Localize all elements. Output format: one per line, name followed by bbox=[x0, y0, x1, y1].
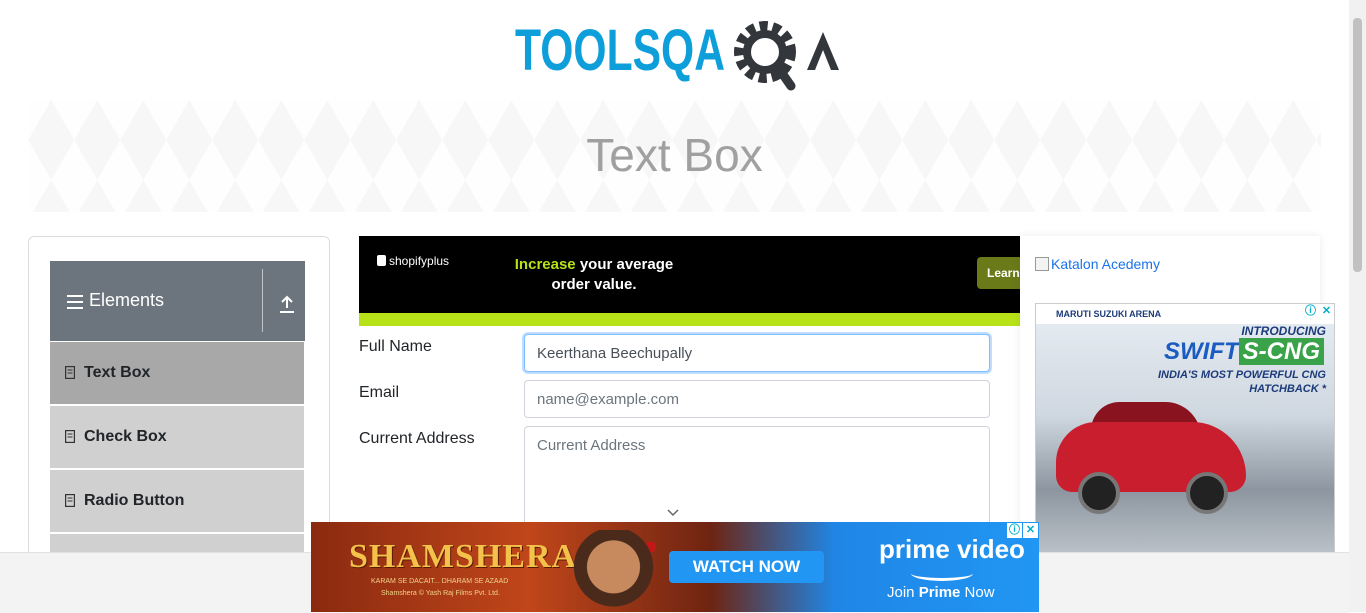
ad-movie-title: SHAMSHERA bbox=[349, 538, 578, 575]
divider bbox=[262, 269, 263, 332]
watch-now-button[interactable]: WATCH NOW bbox=[669, 551, 824, 583]
sidebar-item-check-box[interactable]: Check Box bbox=[50, 406, 304, 470]
prime-video-ad[interactable]: SHAMSHERA KARAM SE DACAIT... DHARAM SE A… bbox=[311, 522, 1039, 612]
ad-copyright: Shamshera © Yash Raj Films Pvt. Ltd. bbox=[381, 590, 500, 597]
email-input[interactable] bbox=[524, 380, 990, 418]
page-banner: Text Box bbox=[28, 100, 1321, 212]
sidebar-group-title: Elements bbox=[89, 290, 165, 310]
amazon-smile-icon bbox=[911, 566, 973, 581]
ad-info-icon[interactable]: ⓘ bbox=[1007, 523, 1022, 538]
ad-brand: shopifyplus bbox=[377, 254, 449, 268]
document-icon bbox=[65, 494, 75, 507]
ad-tagline: KARAM SE DACAIT... DHARAM SE AZAAD bbox=[371, 578, 509, 585]
chevron-down-icon[interactable] bbox=[666, 508, 680, 518]
actor-image bbox=[566, 530, 661, 612]
ad-brand: MARUTI SUZUKI ARENA bbox=[1036, 304, 1334, 324]
email-label: Email bbox=[359, 384, 400, 401]
toolsqa-logo[interactable]: TOOLSQA bbox=[515, 16, 840, 92]
sidebar-item-label: Check Box bbox=[84, 428, 167, 445]
upload-arrow-icon[interactable] bbox=[278, 294, 296, 314]
ad-learn-button[interactable]: Learn bbox=[977, 257, 1020, 289]
sidebar-item-text-box[interactable]: Text Box bbox=[50, 342, 304, 406]
sidebar-item-radio-button[interactable]: Radio Button bbox=[50, 470, 304, 534]
ad-close-icon[interactable]: ✕ bbox=[1023, 523, 1038, 538]
ad-close-icon[interactable]: ✕ bbox=[1319, 304, 1334, 319]
prime-video-logo: prime video bbox=[879, 534, 1025, 564]
broken-image-icon bbox=[1035, 257, 1049, 271]
full-name-input[interactable] bbox=[524, 334, 990, 372]
ad-tagline: INDIA'S MOST POWERFUL CNG HATCHBACK * bbox=[1157, 369, 1326, 395]
ad-model: SWIFT S-CNG bbox=[1164, 338, 1324, 366]
shopify-ad[interactable]: shopifyplus Increase your average order … bbox=[359, 236, 1020, 326]
car-wheel bbox=[1186, 472, 1228, 514]
suzuki-ad[interactable]: MARUTI SUZUKI ARENA INTRODUCING SWIFT S-C… bbox=[1035, 303, 1335, 553]
ad-info-icon[interactable]: ⓘ bbox=[1303, 304, 1318, 319]
document-icon bbox=[65, 430, 75, 443]
sidebar-group-elements[interactable]: Elements bbox=[50, 261, 305, 341]
car-wheel bbox=[1078, 472, 1120, 514]
sidebar-item-label: Text Box bbox=[84, 364, 151, 381]
current-address-label: Current Address bbox=[359, 430, 475, 447]
page-scrollbar[interactable] bbox=[1349, 0, 1366, 612]
ad-accent-bar bbox=[359, 313, 1020, 326]
scrollbar-thumb[interactable] bbox=[1353, 18, 1362, 272]
ad-intro: INTRODUCING bbox=[1241, 324, 1326, 338]
shopping-bag-icon bbox=[377, 255, 386, 266]
logo-a-mark bbox=[807, 32, 839, 70]
page-title: Text Box bbox=[586, 129, 763, 181]
full-name-label: Full Name bbox=[359, 338, 432, 355]
hamburger-icon bbox=[67, 295, 83, 309]
ad-headline: Increase your average order value. bbox=[514, 256, 674, 293]
document-icon bbox=[65, 366, 75, 379]
ad-join-text: Join Prime Now bbox=[887, 584, 995, 601]
katalon-ad-link[interactable]: Katalon Acedemy bbox=[1035, 256, 1160, 272]
logo-text: TOOLSQA bbox=[515, 18, 725, 83]
gear-icon bbox=[734, 21, 796, 91]
sidebar-item-label: Radio Button bbox=[84, 492, 185, 509]
